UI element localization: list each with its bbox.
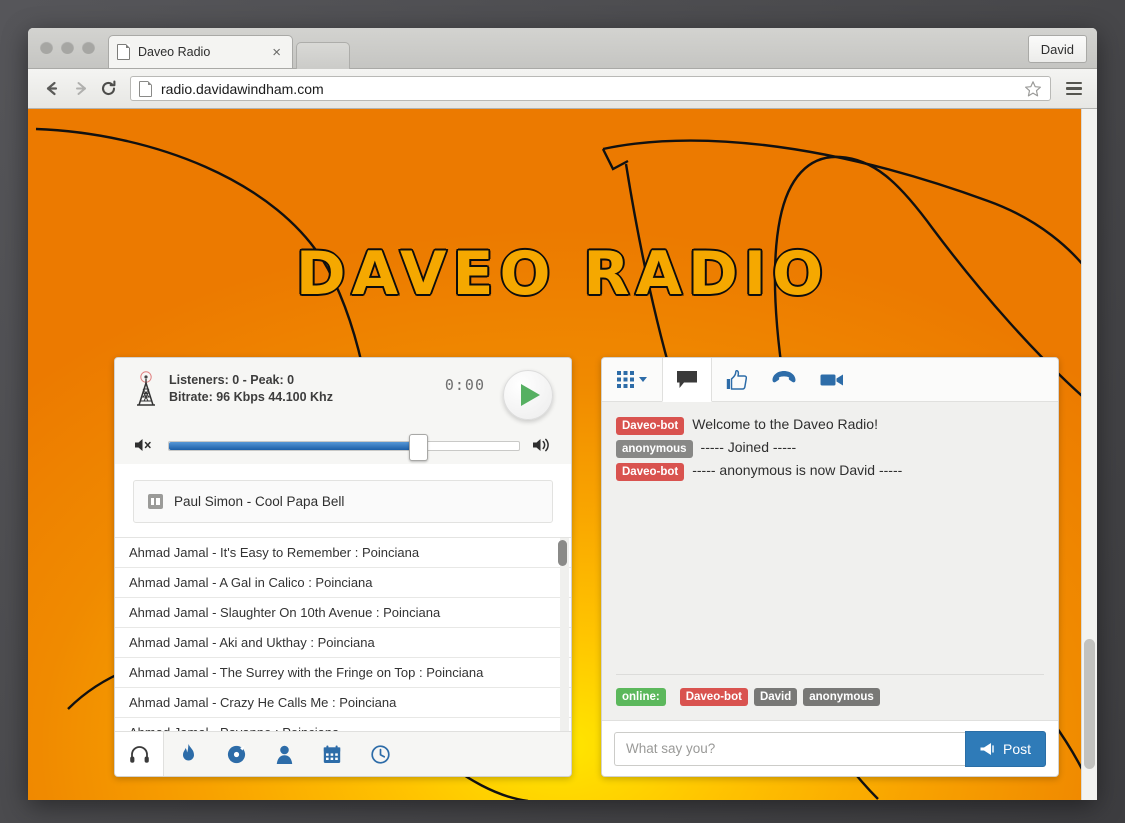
chat-input[interactable]: What say you? <box>614 731 965 766</box>
playlist-item[interactable]: Ahmad Jamal - A Gal in Calico : Poincian… <box>115 568 571 598</box>
player-tab-clock[interactable] <box>356 732 404 776</box>
playlist-item[interactable]: Ahmad Jamal - The Surrey with the Fringe… <box>115 658 571 688</box>
minimize-window-button[interactable] <box>61 41 74 54</box>
post-label: Post <box>1002 740 1031 757</box>
chat-message-text: Welcome to the Daveo Radio! <box>692 416 878 432</box>
playlist-item[interactable]: Ahmad Jamal - It's Easy to Remember : Po… <box>115 538 571 568</box>
chat-author-badge: Daveo-bot <box>616 417 685 435</box>
close-tab-icon[interactable]: × <box>269 45 284 60</box>
chat-messages: Daveo-bot Welcome to the Daveo Radio! anon… <box>616 416 1044 674</box>
url-text: radio.davidawindham.com <box>161 80 324 97</box>
profile-button[interactable]: David <box>1027 35 1087 63</box>
playlist-item[interactable]: Ahmad Jamal - Aki and Ukthay : Poinciana <box>115 628 571 658</box>
back-arrow-icon[interactable] <box>38 75 66 103</box>
play-icon <box>521 384 540 406</box>
player-tab-bar <box>115 731 571 776</box>
player-tab-person[interactable] <box>260 732 308 776</box>
reload-icon[interactable] <box>94 75 122 103</box>
playlist-scrollbar[interactable] <box>558 538 569 731</box>
page-icon <box>117 44 130 60</box>
chat-message: Daveo-bot Welcome to the Daveo Radio! <box>616 416 1044 435</box>
chat-author-badge: anonymous <box>616 440 693 458</box>
listeners-line: Listeners: 0 - Peak: 0 <box>169 373 295 387</box>
chevron-down-icon <box>639 377 647 382</box>
site-logo-text: DAVEO RADIO <box>294 238 830 311</box>
desktop-background: Daveo Radio × David radio.davidawindham.… <box>0 0 1125 823</box>
chat-message-text: ----- anonymous is now David ----- <box>692 462 903 478</box>
site-logo: DAVEO RADIO <box>28 238 1097 311</box>
player-tab-disc[interactable] <box>212 732 260 776</box>
chat-body: Daveo-bot Welcome to the Daveo Radio! anon… <box>602 402 1058 720</box>
chat-tab-phone[interactable] <box>760 358 808 401</box>
address-bar[interactable]: radio.davidawindham.com <box>130 76 1051 101</box>
new-tab-button[interactable] <box>296 42 350 69</box>
profile-label: David <box>1040 41 1074 57</box>
browser-tab-strip: Daveo Radio × David <box>28 28 1097 69</box>
online-user-badge[interactable]: David <box>753 688 798 706</box>
maximize-window-button[interactable] <box>82 41 95 54</box>
post-button[interactable]: Post <box>964 730 1046 767</box>
playlist-item[interactable]: Ahmad Jamal - Pavanne : Poinciana <box>115 718 571 731</box>
browser-toolbar: radio.davidawindham.com <box>28 69 1097 109</box>
chat-input-row: What say you? Post <box>602 720 1058 776</box>
playlist-scroll-thumb[interactable] <box>558 540 567 566</box>
chat-panel: Daveo-bot Welcome to the Daveo Radio! anon… <box>601 357 1059 777</box>
album-icon <box>148 494 163 509</box>
hamburger-menu-icon[interactable] <box>1061 75 1087 103</box>
bitrate-line: Bitrate: 96 Kbps 44.100 Khz <box>169 390 333 404</box>
online-users-row: online: Daveo-bot David anonymous <box>616 674 1044 720</box>
volume-thumb[interactable] <box>408 434 428 461</box>
stream-stats: Listeners: 0 - Peak: 0 Bitrate: 96 Kbps … <box>169 372 445 406</box>
player-header: Listeners: 0 - Peak: 0 Bitrate: 96 Kbps … <box>115 358 571 464</box>
volume-fill <box>169 442 418 450</box>
elapsed-timer: 0:00 <box>444 376 485 394</box>
playlist[interactable]: Ahmad Jamal - It's Easy to Remember : Po… <box>115 537 571 731</box>
page-scrollbar[interactable] <box>1081 109 1097 800</box>
page-content: DAVEO RADIO Listeners: 0 - Peak: 0 Bitra… <box>28 109 1097 800</box>
chat-tab-video[interactable] <box>808 358 856 401</box>
chat-message: Daveo-bot ----- anonymous is now David --… <box>616 462 1044 481</box>
browser-window: Daveo Radio × David radio.davidawindham.… <box>28 28 1097 800</box>
player-tab-fire[interactable] <box>164 732 212 776</box>
browser-tab[interactable]: Daveo Radio × <box>108 35 293 68</box>
page-scroll-thumb[interactable] <box>1084 639 1095 769</box>
chat-tab-bar <box>602 358 1058 402</box>
chat-message-text: ----- Joined ----- <box>700 439 797 455</box>
volume-mute-icon[interactable] <box>133 436 155 454</box>
chat-tab-messages[interactable] <box>662 358 712 402</box>
chat-author-badge: Daveo-bot <box>616 463 685 481</box>
playlist-item[interactable]: Ahmad Jamal - Slaughter On 10th Avenue :… <box>115 598 571 628</box>
online-user-badge[interactable]: Daveo-bot <box>679 688 748 706</box>
tab-title: Daveo Radio <box>138 45 211 59</box>
playlist-item[interactable]: Ahmad Jamal - Crazy He Calls Me : Poinci… <box>115 688 571 718</box>
player-tab-headphones[interactable] <box>115 732 164 776</box>
window-controls[interactable] <box>40 41 95 54</box>
forward-arrow-icon[interactable] <box>66 75 94 103</box>
chat-tab-thumbs-up[interactable] <box>712 358 760 401</box>
chat-input-placeholder: What say you? <box>626 741 716 756</box>
chat-message: anonymous ----- Joined ----- <box>616 439 1044 458</box>
online-label: online: <box>616 688 666 706</box>
now-playing-box: Paul Simon - Cool Papa Bell <box>133 480 553 523</box>
megaphone-icon <box>980 742 994 755</box>
volume-slider[interactable] <box>168 434 520 461</box>
chat-tab-grid-menu[interactable] <box>602 358 662 401</box>
page-info-icon <box>139 80 152 97</box>
volume-up-icon[interactable] <box>531 436 553 454</box>
player-tab-calendar[interactable] <box>308 732 356 776</box>
radio-tower-icon <box>133 370 159 406</box>
radio-player-panel: Listeners: 0 - Peak: 0 Bitrate: 96 Kbps … <box>114 357 572 777</box>
online-user-badge[interactable]: anonymous <box>803 688 880 706</box>
now-playing-text: Paul Simon - Cool Papa Bell <box>174 494 345 509</box>
volume-row <box>133 434 553 461</box>
bookmark-star-icon[interactable] <box>1024 80 1042 98</box>
play-button[interactable] <box>503 370 553 420</box>
close-window-button[interactable] <box>40 41 53 54</box>
